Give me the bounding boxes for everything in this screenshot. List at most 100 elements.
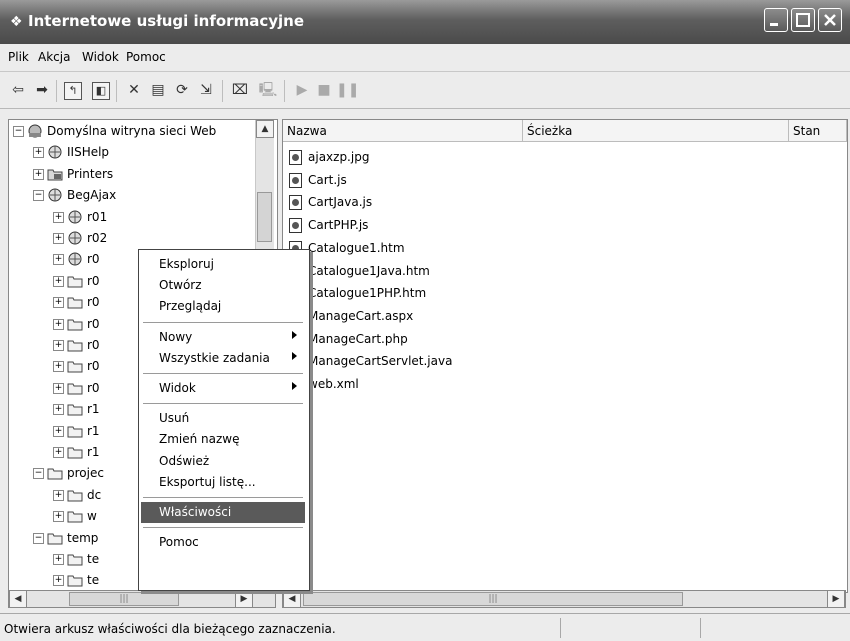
collapse-icon[interactable]: −	[33, 190, 44, 202]
iis-icon: ❖	[10, 14, 23, 30]
web-site-icon	[27, 123, 43, 139]
maximize-icon	[796, 13, 810, 27]
menu-plik[interactable]: Plik	[8, 50, 29, 64]
back-arrow-icon[interactable]: ⇦	[8, 80, 28, 100]
menu-widok[interactable]: Widok	[82, 50, 119, 64]
tree-item-label: r1	[87, 445, 100, 459]
scroll-thumb[interactable]: |||	[69, 592, 179, 606]
context-menu-item[interactable]: Odśwież	[141, 451, 305, 472]
expand-icon[interactable]: +	[53, 318, 64, 330]
expand-icon[interactable]: +	[53, 297, 64, 309]
scroll-right-icon[interactable]: ▶	[827, 590, 845, 608]
menu-separator	[143, 373, 303, 374]
tree-item-label: r01	[87, 209, 108, 224]
column-header-name[interactable]: Nazwa	[283, 120, 523, 142]
scroll-thumb[interactable]: |||	[303, 592, 683, 606]
collapse-icon[interactable]: −	[33, 468, 44, 480]
folder-icon	[67, 572, 83, 588]
context-menu-item[interactable]: Usuń	[141, 408, 305, 429]
help-icon[interactable]: ⌧	[230, 80, 250, 100]
expand-icon[interactable]: +	[53, 361, 64, 373]
folder-icon	[67, 551, 83, 567]
column-header-path[interactable]: Ścieżka	[523, 120, 789, 142]
expand-icon[interactable]: +	[53, 554, 64, 565]
printers-icon	[47, 166, 63, 182]
expand-icon[interactable]: +	[33, 147, 44, 159]
tree-item-label: w	[87, 509, 97, 524]
column-header-status[interactable]: Stan	[789, 120, 847, 142]
show-tree-icon[interactable]: ◧	[92, 82, 110, 100]
context-menu-item[interactable]: Zmień nazwę	[141, 429, 305, 450]
expand-icon[interactable]: +	[53, 340, 64, 351]
virtual-dir-icon	[47, 187, 63, 203]
context-menu-item[interactable]: Nowy	[141, 327, 305, 348]
menu-akcja[interactable]: Akcja	[38, 50, 70, 64]
tree-item-label: dc	[87, 487, 102, 502]
computer-icon[interactable]: 🖳	[258, 80, 278, 100]
menu-pomoc[interactable]: Pomoc	[126, 50, 166, 64]
stop-icon[interactable]: ■	[314, 80, 334, 100]
start-icon[interactable]: ▶	[292, 80, 312, 100]
tree-item-label: r0	[87, 338, 100, 352]
delete-icon[interactable]: ✕	[124, 80, 144, 100]
expand-icon[interactable]: +	[53, 254, 64, 266]
scroll-left-icon[interactable]: ◀	[9, 590, 27, 608]
expand-icon[interactable]: +	[33, 168, 44, 180]
folder-icon	[67, 401, 83, 417]
expand-icon[interactable]: +	[53, 425, 64, 437]
maximize-button[interactable]	[791, 8, 815, 32]
folder-icon	[67, 358, 83, 374]
expand-icon[interactable]: +	[53, 404, 64, 416]
context-menu-item[interactable]: Eksploruj	[141, 254, 305, 275]
minimize-button[interactable]	[764, 8, 788, 32]
collapse-icon[interactable]: −	[13, 126, 24, 137]
list-horizontal-scrollbar[interactable]: ◀ ||| ▶	[282, 590, 846, 608]
expand-icon[interactable]: +	[53, 447, 64, 458]
expand-icon[interactable]: +	[53, 275, 64, 287]
menu-separator	[143, 321, 303, 323]
file-list-pane[interactable]: Nazwa Ścieżka Stan ajaxzp.jpg Cart.js Cart…	[282, 119, 848, 593]
folder-icon	[67, 337, 83, 353]
status-text: Otwiera arkusz właściwości dla bieżącego…	[4, 622, 336, 636]
context-menu-item[interactable]: Widok	[141, 378, 305, 399]
expand-icon[interactable]: +	[53, 511, 64, 523]
refresh-icon[interactable]: ⟳	[172, 80, 192, 100]
menu-item-label: Pomoc	[159, 535, 199, 550]
expand-icon[interactable]: +	[53, 382, 64, 394]
scroll-thumb[interactable]	[257, 192, 272, 242]
context-menu-item[interactable]: Wszystkie zadania	[141, 348, 305, 369]
scroll-up-icon[interactable]: ▲	[256, 120, 274, 138]
title-bar[interactable]: ❖ Internetowe usługi informacyjne	[0, 0, 850, 44]
collapse-icon[interactable]: −	[33, 532, 44, 544]
context-menu-item[interactable]: Pomoc	[141, 532, 305, 553]
properties-icon[interactable]: ▤	[148, 80, 168, 100]
expand-icon[interactable]: +	[53, 233, 64, 244]
expand-icon[interactable]: +	[53, 575, 64, 587]
context-menu-item[interactable]: Eksportuj listę...	[141, 472, 305, 493]
export-list-icon[interactable]: ⇲	[196, 80, 216, 100]
file-name: Catalogue1Java.htm	[308, 263, 430, 278]
close-button[interactable]	[818, 8, 842, 32]
tree-item-label: r0	[87, 359, 100, 374]
window-title: Internetowe usługi informacyjne	[28, 12, 304, 30]
context-menu-item[interactable]: Przeglądaj	[141, 296, 305, 317]
pause-icon[interactable]: ❚❚	[336, 80, 359, 100]
tree-horizontal-scrollbar[interactable]: ◀ ||| ▶	[8, 590, 276, 608]
context-menu-item[interactable]: Otwórz	[141, 275, 305, 296]
menu-item-label: Nowy	[159, 329, 193, 344]
tree-item-label: projec	[67, 466, 104, 481]
file-name: Cart.js	[308, 172, 347, 187]
up-folder-icon[interactable]: ↰	[64, 82, 82, 100]
expand-icon[interactable]: +	[53, 211, 64, 223]
scroll-right-icon[interactable]: ▶	[235, 590, 253, 608]
context-menu-item[interactable]: Właściwości	[141, 502, 305, 523]
menu-separator	[143, 497, 303, 498]
menu-item-label: Eksploruj	[159, 257, 214, 271]
forward-arrow-icon[interactable]: ➡	[32, 80, 52, 100]
submenu-arrow-icon	[292, 351, 297, 360]
menu-item-label: Zmień nazwę	[159, 432, 240, 447]
scroll-left-icon[interactable]: ◀	[283, 590, 301, 608]
submenu-arrow-icon	[292, 382, 297, 390]
expand-icon[interactable]: +	[53, 489, 64, 501]
menu-item-label: Przeglądaj	[159, 299, 222, 314]
